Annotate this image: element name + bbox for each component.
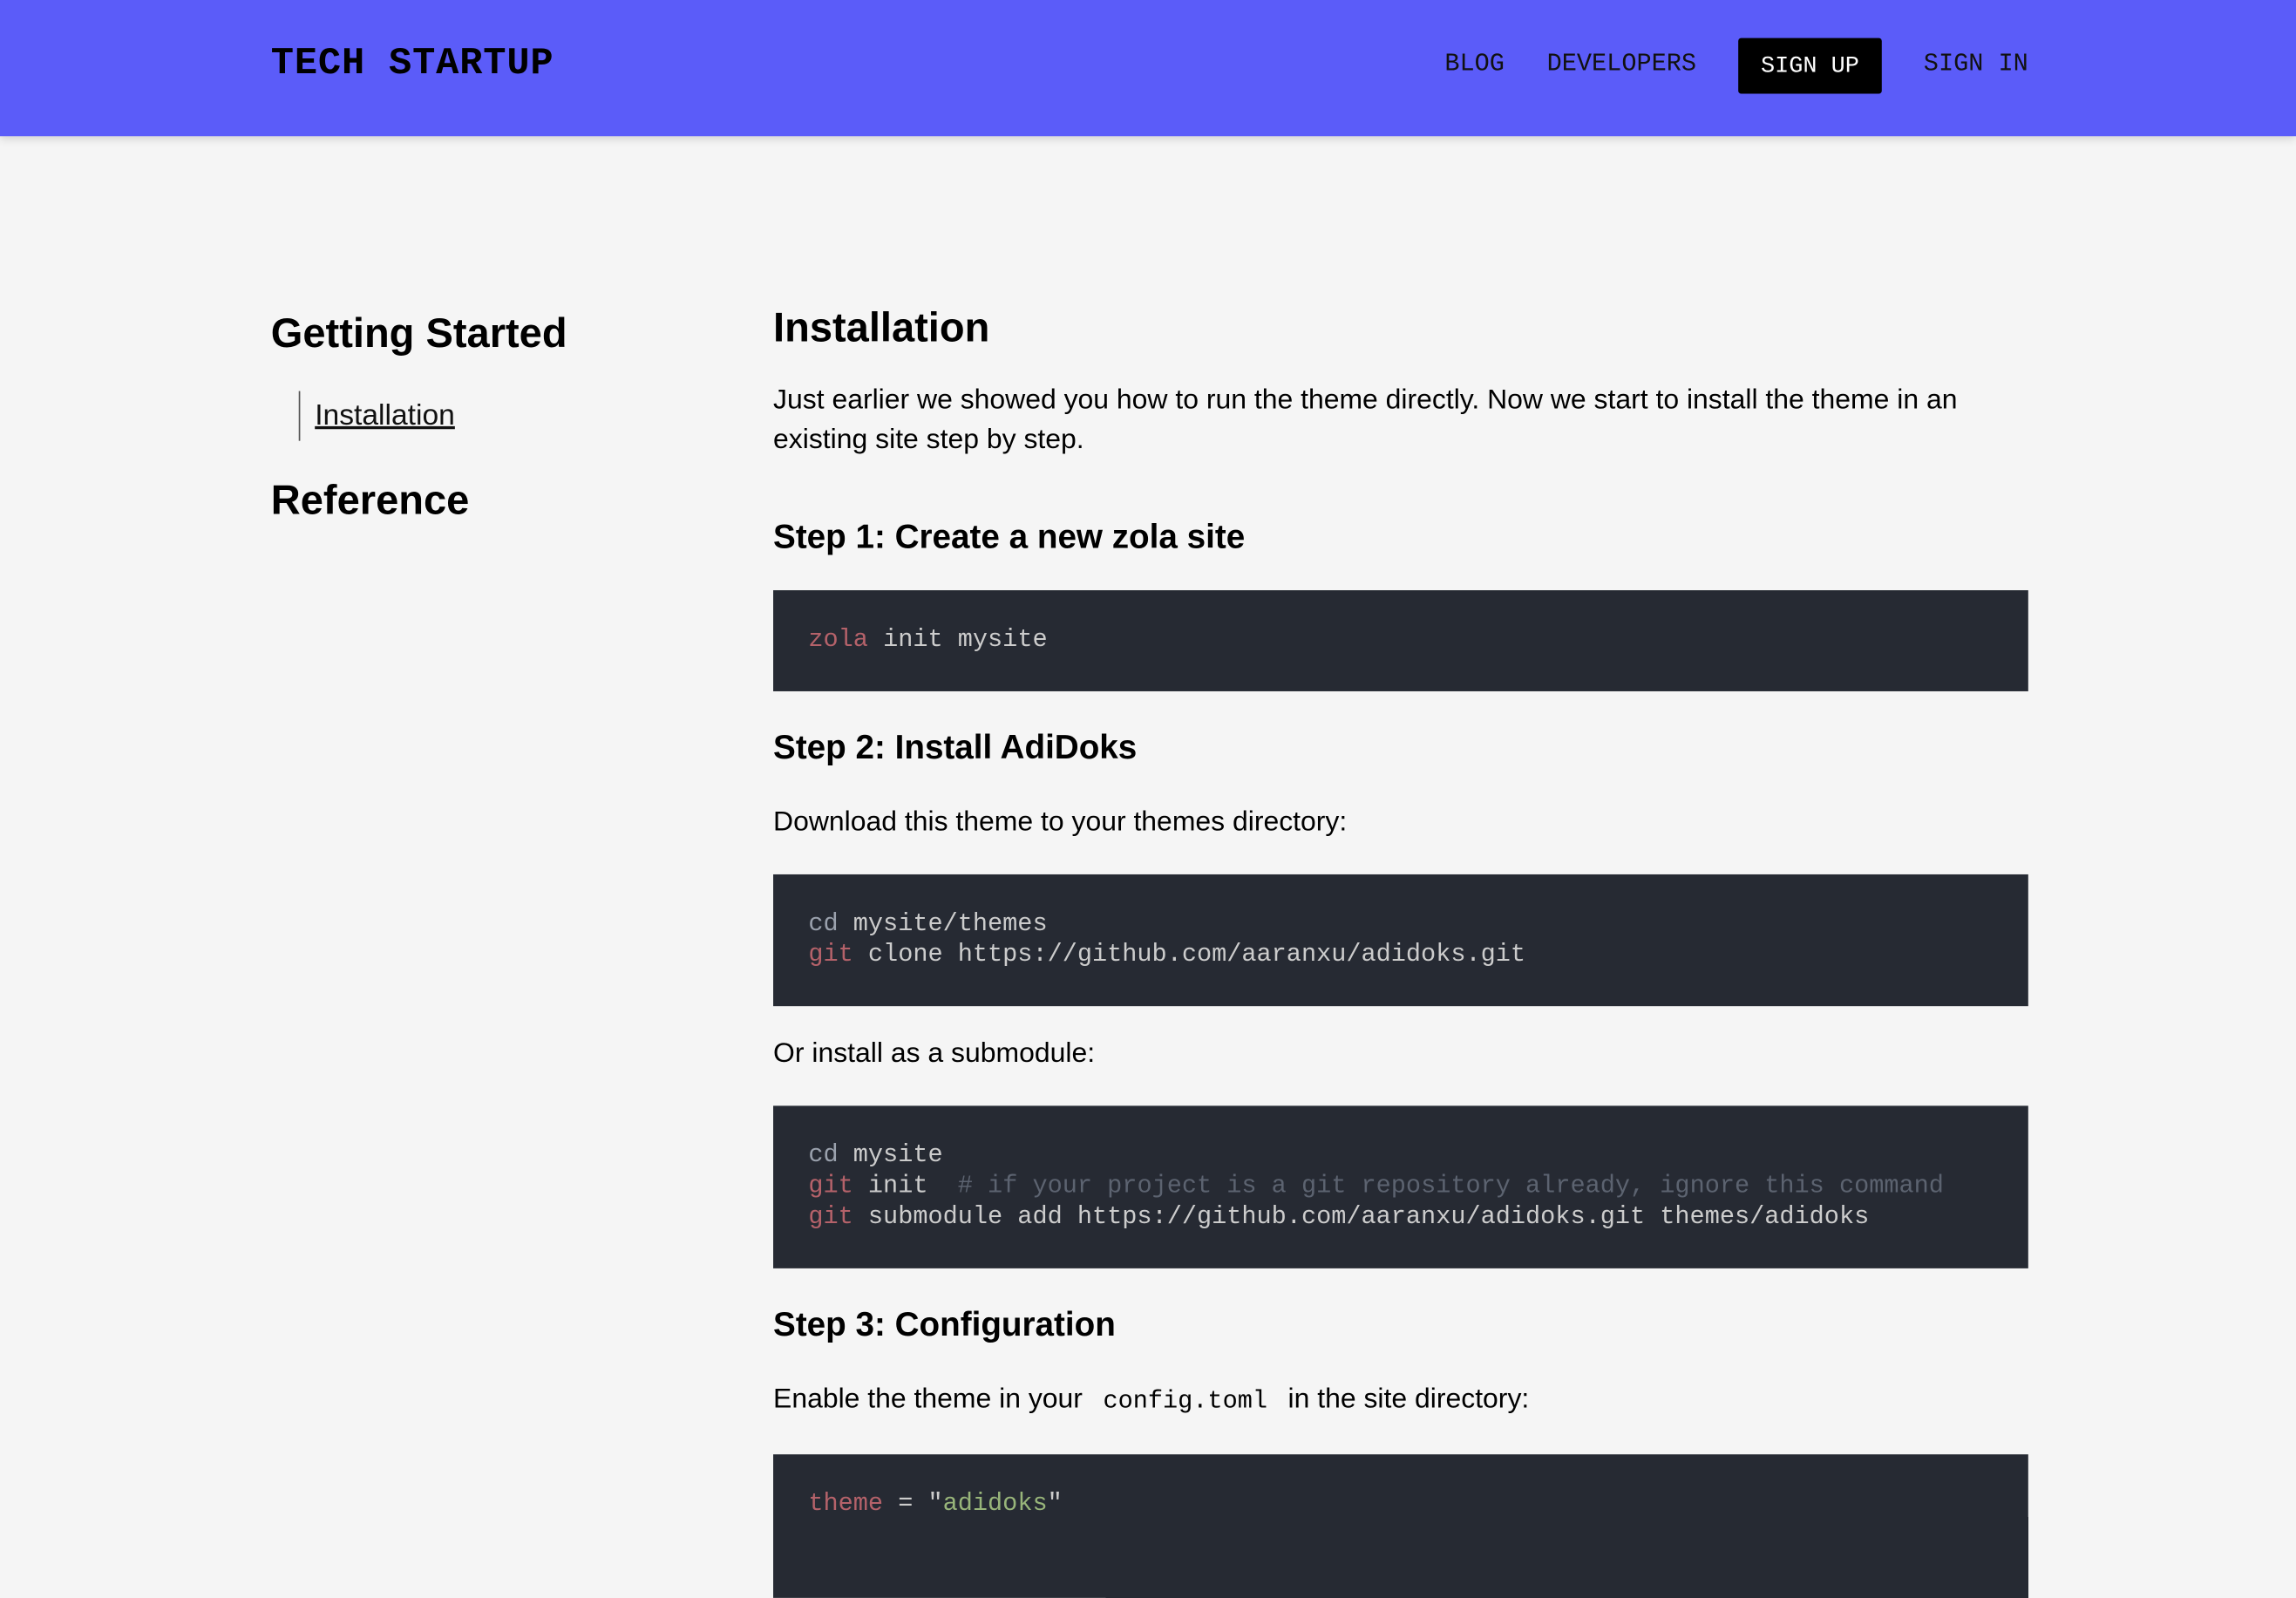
code-quote: ": [927, 1491, 943, 1520]
code-operator: =: [883, 1491, 928, 1520]
doc-content: Installation Just earlier we showed you …: [773, 299, 2028, 1598]
code-block-step1[interactable]: zola init mysite: [773, 590, 2028, 691]
step3-text-before: Enable the theme in your: [773, 1384, 1083, 1415]
intro-paragraph: Just earlier we showed you how to run th…: [773, 384, 1958, 456]
code-command: git: [808, 1203, 853, 1232]
code-key: theme: [808, 1491, 884, 1520]
code-command: cd: [808, 910, 839, 939]
docs-sidebar: Getting Started Installation Reference: [271, 304, 710, 530]
signin-link[interactable]: SIGN IN: [1924, 38, 2028, 94]
code-args: init: [853, 1173, 958, 1201]
code-command: cd: [808, 1142, 839, 1171]
step1-heading: Step 1: Create a new zola site: [773, 517, 1246, 555]
submodule-text: Or install as a submodule:: [773, 1038, 1096, 1070]
sidebar-section-getting-started[interactable]: Getting Started: [271, 304, 710, 363]
step2-heading: Step 2: Install AdiDoks: [773, 727, 1138, 766]
sidebar-item-installation[interactable]: Installation: [315, 400, 455, 432]
code-block-step3[interactable]: theme = "adidoks": [773, 1454, 2028, 1598]
code-args: clone https://github.com/aaranxu/adidoks…: [853, 942, 1526, 970]
code-command: zola: [808, 627, 868, 655]
sidebar-subnav: Installation: [298, 391, 710, 441]
step3-text-after: in the site directory:: [1287, 1384, 1530, 1415]
code-string: adidoks: [942, 1491, 1048, 1520]
code-args: mysite/themes: [838, 910, 1048, 939]
code-args: init mysite: [867, 627, 1048, 655]
step2-text: Download this theme to your themes direc…: [773, 806, 1348, 838]
code-block-submodule[interactable]: cd mysite git init # if your project is …: [773, 1105, 2028, 1268]
page-title: Installation: [773, 304, 990, 350]
brand-logo[interactable]: TECH STARTUP: [271, 41, 554, 85]
code-command: git: [808, 1173, 853, 1201]
step3-heading: Step 3: Configuration: [773, 1304, 1116, 1343]
code-args: submodule add https://github.com/aaranxu…: [853, 1203, 1870, 1232]
top-nav: BLOG DEVELOPERS SIGN UP SIGN IN: [1403, 37, 2028, 94]
nav-blog-link[interactable]: BLOG: [1444, 38, 1505, 94]
code-block-step2[interactable]: cd mysite/themes git clone https://githu…: [773, 874, 2028, 1007]
step3-text: Enable the theme in your config.toml in th…: [773, 1380, 2028, 1423]
code-quote: ": [1047, 1491, 1063, 1520]
code-args: mysite: [838, 1142, 943, 1171]
inline-code-config: config.toml: [1103, 1388, 1267, 1417]
signup-button[interactable]: SIGN UP: [1738, 37, 1882, 94]
code-comment: # if your project is a git repository al…: [957, 1173, 1944, 1201]
sidebar-section-reference[interactable]: Reference: [271, 472, 710, 530]
nav-developers-link[interactable]: DEVELOPERS: [1547, 38, 1696, 94]
code-command: git: [808, 942, 853, 970]
site-header: TECH STARTUP BLOG DEVELOPERS SIGN UP SIG…: [0, 0, 2296, 137]
